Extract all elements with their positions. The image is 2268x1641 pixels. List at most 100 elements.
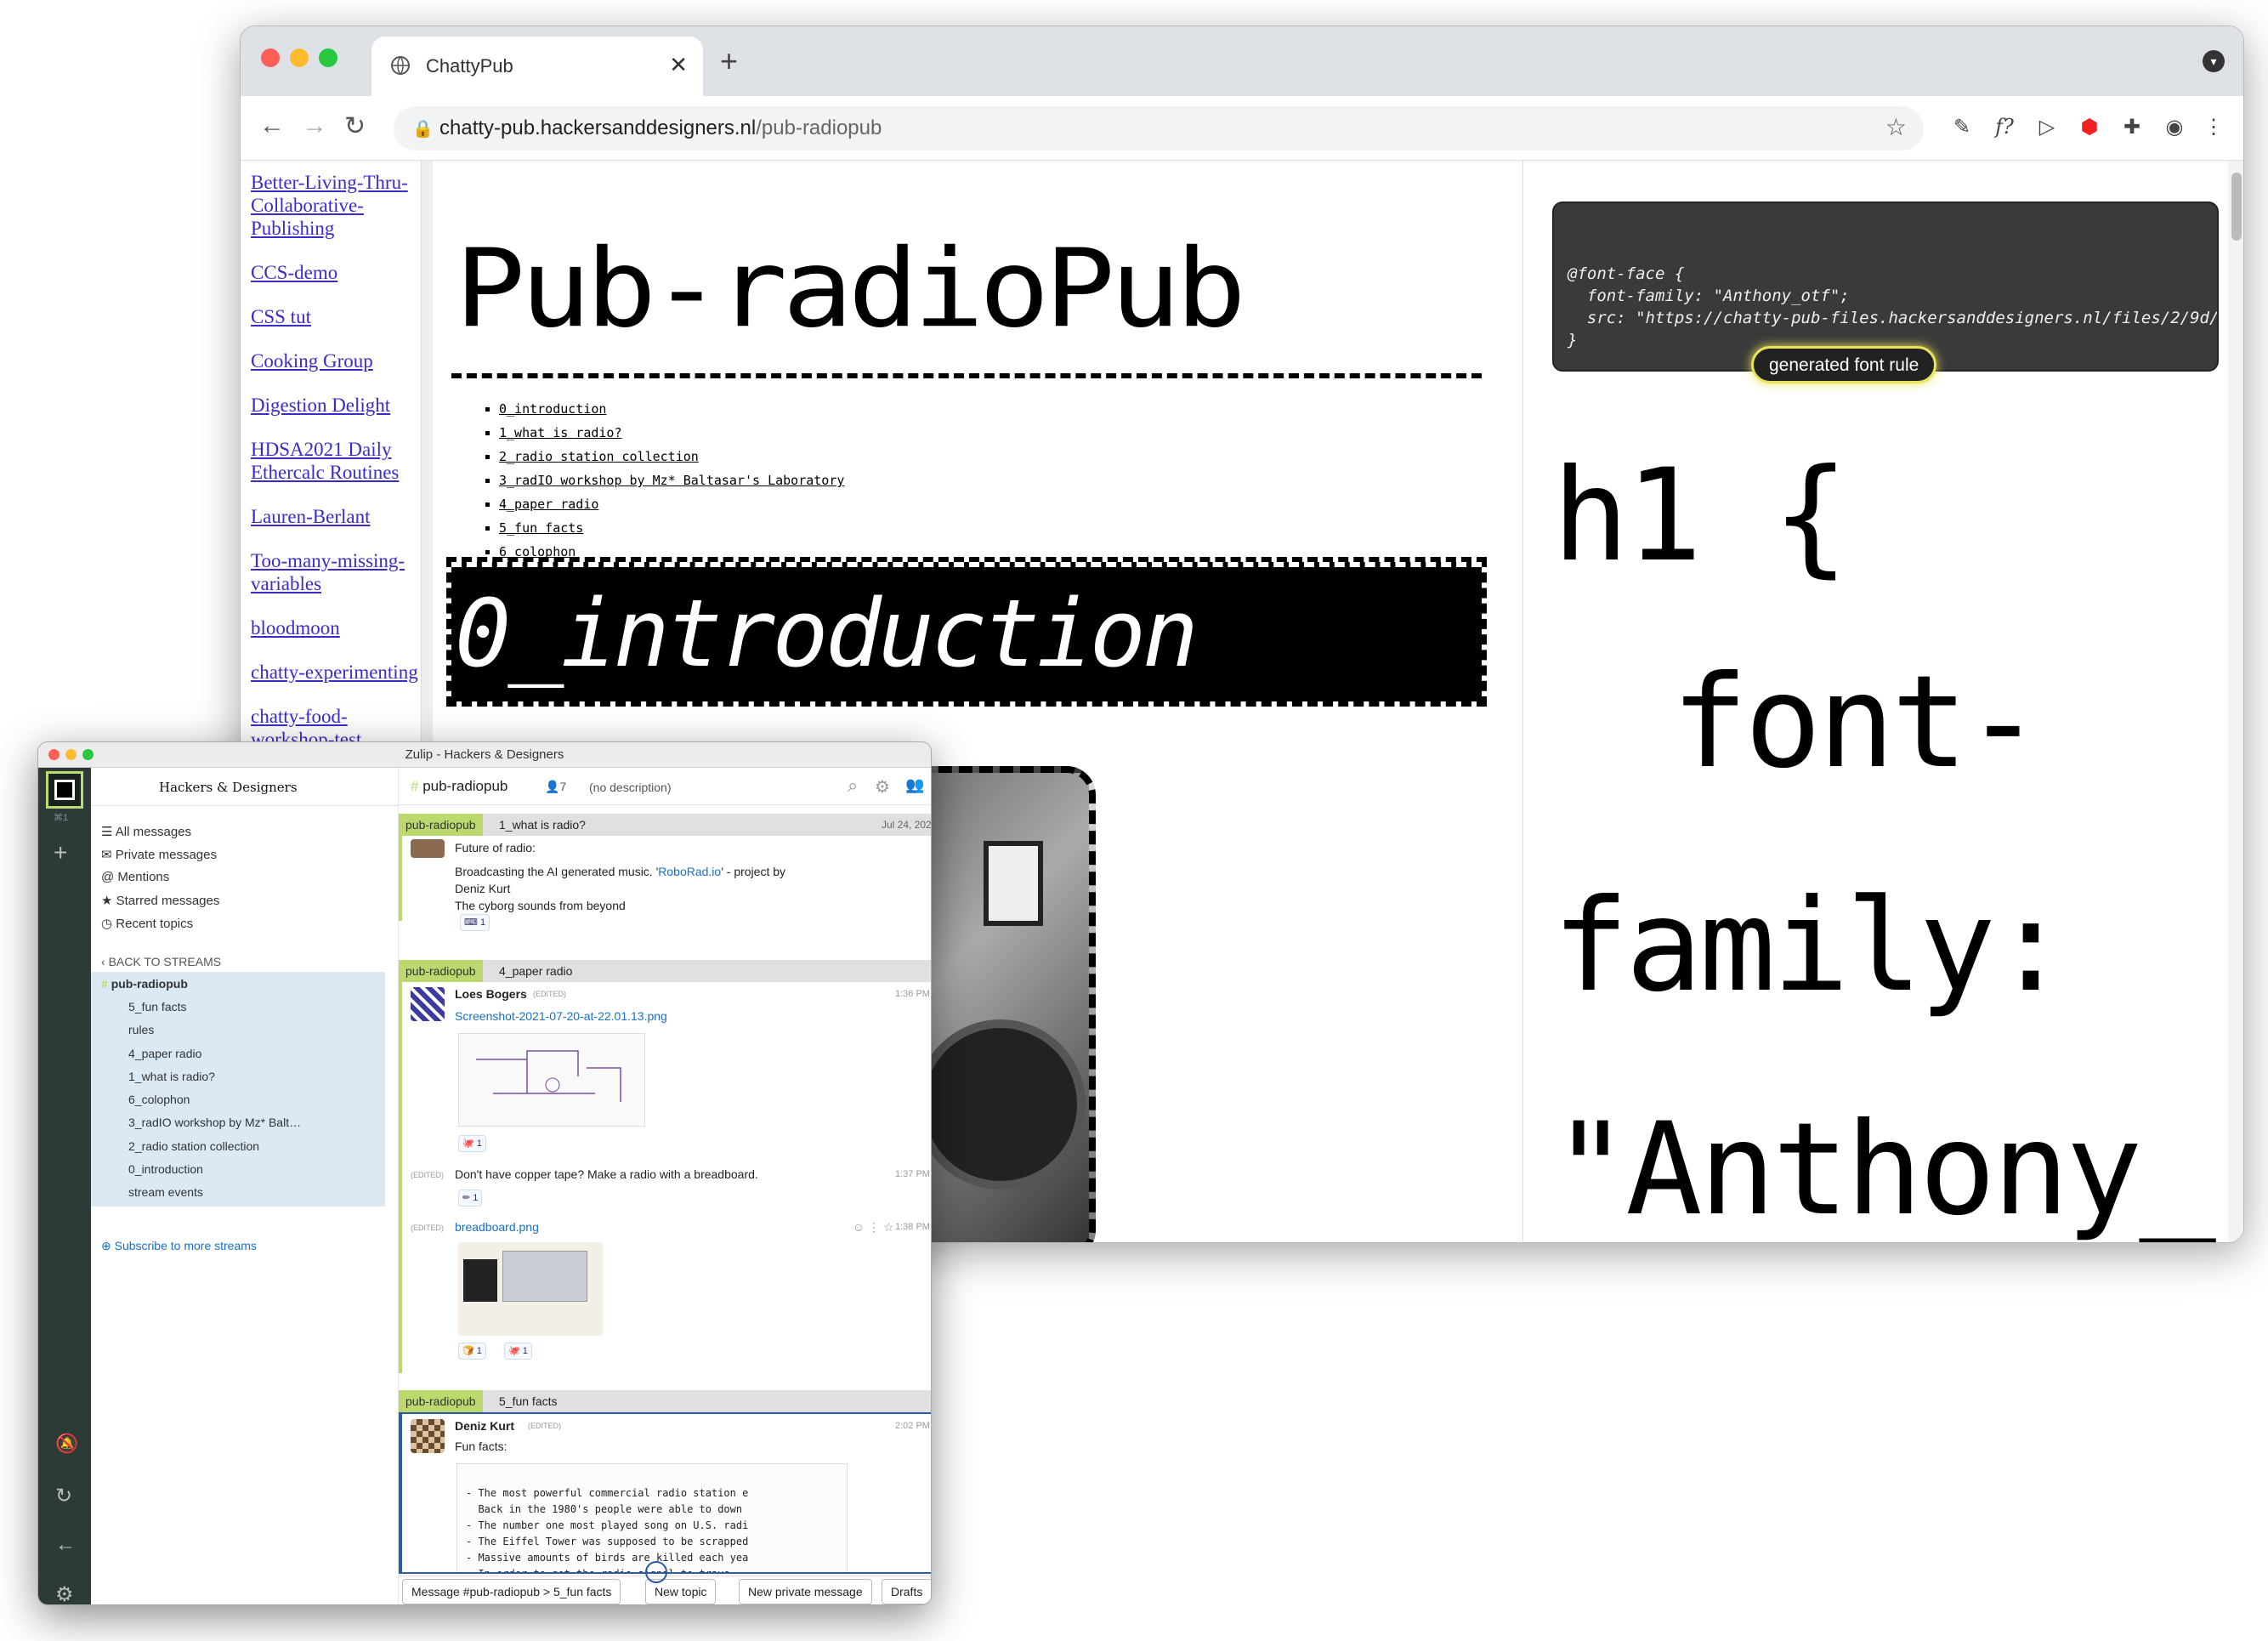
sidebar-link[interactable]: CSS tut (241, 305, 411, 328)
org-logo-icon[interactable] (46, 771, 83, 809)
css-line: "Anthony_ (1552, 1096, 2216, 1243)
stream-pill[interactable]: pub-radiopub (399, 1390, 483, 1412)
bookmark-star-icon[interactable]: ☆ (1885, 113, 1907, 141)
close-window-button[interactable] (261, 48, 280, 67)
toc-item[interactable]: 4_paper radio (499, 492, 844, 516)
notifications-off-icon[interactable]: 🔕 (55, 1433, 78, 1455)
reaction-octopus[interactable]: 🐙 1 (504, 1343, 532, 1360)
sidebar-link[interactable]: HDSA2021 Daily Ethercalc Routines (241, 438, 411, 484)
topic-item[interactable]: 2_radio station collection (128, 1139, 383, 1153)
nav-mentions[interactable]: @ Mentions (101, 870, 169, 884)
css-line: family: (1552, 872, 2069, 1020)
new-tab-icon[interactable]: + (720, 43, 738, 79)
topic-name[interactable]: 4_paper radio (499, 960, 572, 982)
toc-item[interactable]: 6_colophon (499, 540, 844, 564)
nav-starred-messages[interactable]: ★ Starred messages (101, 893, 219, 908)
nav-recent-topics[interactable]: ◷ Recent topics (101, 916, 193, 931)
more-menu-icon[interactable]: ⋮ (2201, 115, 2226, 139)
recipient-header: pub-radiopub 4_paper radio (399, 960, 931, 982)
close-tab-icon[interactable]: ✕ (669, 52, 688, 78)
cursor-indicator-icon (645, 1561, 667, 1583)
toc-item[interactable]: 5_fun facts (499, 516, 844, 540)
topic-item[interactable]: 5_fun facts (128, 1000, 383, 1014)
message-stream-button[interactable]: Message #pub-radiopub > 5_fun facts (402, 1579, 621, 1604)
sidebar-link[interactable]: Lauren-Berlant (241, 505, 411, 528)
settings-gear-icon[interactable]: ⚙ (55, 1582, 74, 1604)
sender-name[interactable]: Loes Bogers (455, 987, 527, 1001)
nav-private-messages[interactable]: ✉ Private messages (101, 847, 217, 862)
topic-item[interactable]: 3_radIO workshop by Mz* Balt… (128, 1116, 383, 1129)
back-icon[interactable]: ← (259, 111, 285, 140)
section-header: 0_introduction (446, 557, 1487, 707)
stream-pub-radiopub[interactable]: # pub-radiopub (101, 977, 356, 991)
message-actions-icons[interactable]: ☺ ⋮ ☆ (853, 1220, 894, 1235)
reload-icon[interactable]: ↻ (55, 1484, 72, 1508)
css-line: font- (1671, 649, 2042, 797)
sidebar-link[interactable]: CCS-demo (241, 261, 411, 284)
sender-name[interactable]: Deniz Kurt (455, 1419, 514, 1433)
tab-search-icon[interactable]: ▾ (2203, 50, 2225, 72)
play-extension-icon[interactable]: ▷ (2034, 115, 2060, 139)
code-line: @font-face { (1568, 264, 1685, 283)
sidebar-link[interactable]: Too-many-missing-variables (241, 549, 411, 595)
envelope-icon: ✉ (101, 848, 116, 862)
attachment-link[interactable]: breadboard.png (455, 1220, 539, 1234)
sidebar-link[interactable]: Cooking Group (241, 349, 411, 372)
table-of-contents: 0_introduction 1_what is radio? 2_radio … (499, 397, 844, 564)
adblock-extension-icon[interactable]: ⬢ (2077, 115, 2102, 139)
gear-icon[interactable]: ⚙ (875, 776, 890, 798)
address-bar[interactable]: 🔒 chatty-pub.hackersanddesigners.nl/pub-… (394, 106, 1924, 150)
nav-all-messages[interactable]: ☰ All messages (101, 824, 191, 839)
avatar (411, 1419, 445, 1453)
users-icon[interactable]: 👥 (905, 776, 924, 794)
sidebar-link[interactable]: Digestion Delight (241, 394, 411, 417)
stream-pill[interactable]: pub-radiopub (399, 814, 483, 836)
reaction-pencil[interactable]: ✏ 1 (458, 1190, 483, 1207)
avatar (411, 987, 445, 1021)
reaction-bread[interactable]: 🍞 1 (458, 1343, 486, 1360)
sidebar-link[interactable]: bloodmoon (241, 616, 411, 639)
topic-item[interactable]: 0_introduction (128, 1162, 383, 1176)
topic-item[interactable]: stream events (128, 1185, 383, 1199)
toc-item[interactable]: 3_radIO workshop by Mz* Baltasar's Labor… (499, 468, 844, 492)
topic-item[interactable]: 1_what is radio? (128, 1070, 383, 1083)
reaction-octopus[interactable]: 🐙 1 (458, 1135, 486, 1152)
topic-name[interactable]: 5_fun facts (499, 1390, 558, 1412)
browser-tab[interactable]: ChattyPub ✕ (371, 37, 703, 96)
tab-title: ChattyPub (426, 55, 513, 77)
forward-icon[interactable]: → (302, 111, 327, 140)
circuit-diagram-image[interactable] (458, 1033, 645, 1127)
subscriber-count[interactable]: 👤7 (545, 780, 566, 794)
zoom-window-button[interactable] (319, 48, 337, 67)
topic-item[interactable]: 4_paper radio (128, 1047, 383, 1060)
font-extension-icon[interactable]: f? (1992, 115, 2017, 139)
sidebar-link[interactable]: chatty-experimenting (241, 661, 418, 684)
subscribe-link[interactable]: ⊕ Subscribe to more streams (101, 1239, 257, 1253)
minimize-window-button[interactable] (290, 48, 309, 67)
eyedropper-extension-icon[interactable]: ✎ (1949, 115, 1975, 139)
editor-scrollbar[interactable] (2228, 161, 2243, 1242)
extensions-puzzle-icon[interactable]: ✚ (2119, 115, 2145, 139)
attachment-link[interactable]: Screenshot-2021-07-20-at-22.01.13.png (455, 1009, 667, 1023)
toc-item[interactable]: 1_what is radio? (499, 421, 844, 445)
portrait-frame (984, 841, 1043, 926)
toc-item[interactable]: 2_radio station collection (499, 445, 844, 468)
profile-avatar-icon[interactable]: ◉ (2162, 115, 2187, 139)
back-to-streams[interactable]: ‹ BACK TO STREAMS (101, 955, 221, 968)
topic-item[interactable]: rules (128, 1023, 383, 1036)
sidebar-link[interactable]: Better-Living-Thru-Collaborative-Publish… (241, 171, 411, 240)
topic-item[interactable]: 6_colophon (128, 1093, 383, 1106)
back-icon[interactable]: ← (55, 1533, 76, 1557)
drafts-button[interactable]: Drafts (5) (882, 1579, 931, 1604)
search-icon[interactable]: ⌕ (848, 775, 858, 797)
roborad-link[interactable]: RoboRad.io (658, 865, 721, 878)
topic-name[interactable]: 1_what is radio? (499, 814, 586, 836)
breadboard-image[interactable] (458, 1242, 603, 1336)
toc-item[interactable]: 0_introduction (499, 397, 844, 421)
stream-pill[interactable]: pub-radiopub (399, 960, 483, 982)
message-text: Don't have copper tape? Make a radio wit… (455, 1167, 758, 1181)
new-private-message-button[interactable]: New private message (739, 1579, 872, 1604)
add-server-icon[interactable]: + (54, 839, 67, 866)
reload-icon[interactable]: ↻ (344, 111, 366, 141)
reaction-keyboard[interactable]: ⌨ 1 (460, 914, 490, 931)
